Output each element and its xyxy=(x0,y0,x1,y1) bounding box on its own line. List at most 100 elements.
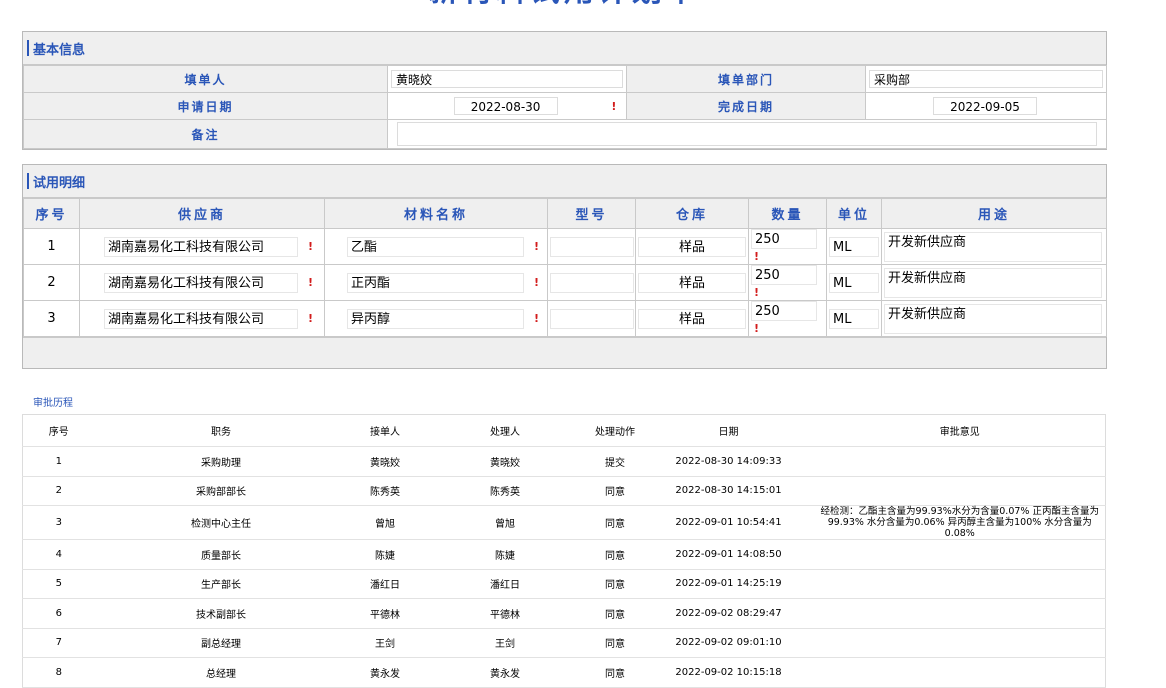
hist-receiver: 王剑 xyxy=(347,628,423,658)
hist-header-action: 处理动作 xyxy=(587,414,643,447)
qty-cell: 250! xyxy=(748,264,827,301)
hist-header-no: 序号 xyxy=(22,414,95,447)
required-mark: ! xyxy=(754,250,760,263)
hist-date: 2022-09-01 10:54:41 xyxy=(642,505,815,540)
hist-role: 质量部长 xyxy=(94,539,348,570)
hist-no: 5 xyxy=(22,569,95,599)
hist-receiver: 陈秀英 xyxy=(347,476,423,506)
hist-role: 检测中心主任 xyxy=(94,505,348,540)
hist-no: 8 xyxy=(22,657,95,688)
basic-info-form: 填单人 黄晓姣 填单部门 采购部 申请日期 2022-08-30 ! 完成日期 … xyxy=(23,65,1107,149)
material-input[interactable]: 正丙酯 xyxy=(347,272,524,293)
model-input[interactable] xyxy=(550,308,634,329)
model-input[interactable] xyxy=(550,272,634,293)
hist-no: 6 xyxy=(22,598,95,629)
supplier-input[interactable]: 湖南嘉易化工科技有限公司 xyxy=(104,272,298,293)
model-input[interactable] xyxy=(550,236,634,257)
trial-detail-header: 试用明细 xyxy=(23,165,1106,198)
material-input[interactable]: 乙酯 xyxy=(347,236,524,257)
supplier-input[interactable]: 湖南嘉易化工科技有限公司 xyxy=(104,308,298,329)
required-mark: ! xyxy=(308,312,314,325)
required-mark: ! xyxy=(534,312,540,325)
hist-role: 生产部长 xyxy=(94,569,348,599)
apply-date-cell: 2022-08-30 ! xyxy=(387,92,627,120)
dept-input[interactable]: 采购部 xyxy=(869,70,1103,88)
hist-no: 7 xyxy=(22,628,95,658)
usage-input[interactable]: 开发新供应商 xyxy=(884,231,1102,262)
required-mark: ! xyxy=(534,276,540,289)
remark-input[interactable] xyxy=(397,122,1097,146)
usage-cell: 开发新供应商 xyxy=(881,264,1107,301)
qty-input[interactable]: 250 xyxy=(751,229,817,249)
hist-role: 采购助理 xyxy=(94,446,348,477)
unit-input[interactable]: ML xyxy=(829,236,879,257)
unit-input[interactable]: ML xyxy=(829,272,879,293)
usage-cell: 开发新供应商 xyxy=(881,300,1107,337)
warehouse-input[interactable]: 样品 xyxy=(638,236,746,257)
col-header-warehouse: 仓库 xyxy=(635,198,749,229)
hist-receiver: 平德林 xyxy=(347,598,423,629)
hist-handler: 潘红日 xyxy=(422,569,588,599)
basic-info-title: 基本信息 xyxy=(33,42,86,58)
history-row: 5 生产部长 潘红日 潘红日 同意 2022-09-01 14:25:19 xyxy=(22,569,1106,599)
model-cell xyxy=(547,228,636,265)
usage-input[interactable]: 开发新供应商 xyxy=(884,267,1102,298)
unit-input[interactable]: ML xyxy=(829,308,879,329)
hist-receiver: 黄永发 xyxy=(347,657,423,688)
hist-action: 提交 xyxy=(587,446,643,477)
warehouse-input[interactable]: 样品 xyxy=(638,272,746,293)
col-header-unit: 单位 xyxy=(826,198,882,229)
filler-input[interactable]: 黄晓姣 xyxy=(391,70,623,88)
filler-label: 填单人 xyxy=(23,65,388,93)
row-no: 2 xyxy=(23,264,80,301)
hist-role: 技术副部长 xyxy=(94,598,348,629)
hist-date: 2022-09-01 14:25:19 xyxy=(642,569,815,599)
detail-row: 3 湖南嘉易化工科技有限公司! 异丙醇! 样品 250! ML 开发新供应商 xyxy=(23,300,1107,337)
hist-handler: 陈婕 xyxy=(422,539,588,570)
hist-opinion xyxy=(814,476,1106,506)
qty-cell: 250! xyxy=(748,300,827,337)
hist-opinion xyxy=(814,446,1106,477)
apply-date-input[interactable]: 2022-08-30 xyxy=(453,97,558,115)
hist-header-receiver: 接单人 xyxy=(347,414,423,447)
hist-role: 总经理 xyxy=(94,657,348,688)
col-header-model: 型号 xyxy=(547,198,636,229)
approval-history-title: 审批历程 xyxy=(33,398,73,409)
detail-row: 2 湖南嘉易化工科技有限公司! 正丙酯! 样品 250! ML 开发新供应商 xyxy=(23,264,1107,301)
history-row: 7 副总经理 王剑 王剑 同意 2022-09-02 09:01:10 xyxy=(22,628,1106,658)
required-mark: ! xyxy=(308,276,314,289)
qty-input[interactable]: 250 xyxy=(751,301,817,321)
required-mark: ! xyxy=(308,240,314,253)
hist-receiver: 曾旭 xyxy=(347,505,423,540)
warehouse-cell: 样品 xyxy=(635,264,749,301)
trial-detail-table: 序号 供应商 材料名称 型号 仓库 数量 单位 用途 1 湖南嘉易化工科技有限公… xyxy=(23,198,1107,337)
required-mark: ! xyxy=(754,322,760,335)
hist-no: 3 xyxy=(22,505,95,540)
material-cell: 乙酯! xyxy=(324,228,548,265)
hist-handler: 平德林 xyxy=(422,598,588,629)
unit-cell: ML xyxy=(826,300,882,337)
hist-handler: 黄永发 xyxy=(422,657,588,688)
qty-input[interactable]: 250 xyxy=(751,265,817,285)
hist-header-opinion: 审批意见 xyxy=(814,414,1106,447)
hist-receiver: 潘红日 xyxy=(347,569,423,599)
material-input[interactable]: 异丙醇 xyxy=(347,308,524,329)
hist-date: 2022-08-30 14:09:33 xyxy=(642,446,815,477)
hist-opinion xyxy=(814,569,1106,599)
hist-opinion xyxy=(814,598,1106,629)
history-row: 3 检测中心主任 曾旭 曾旭 同意 2022-09-01 10:54:41 经检… xyxy=(22,505,1106,540)
finish-date-input[interactable]: 2022-09-05 xyxy=(933,97,1037,115)
warehouse-input[interactable]: 样品 xyxy=(638,308,746,329)
supplier-input[interactable]: 湖南嘉易化工科技有限公司 xyxy=(104,236,298,257)
hist-header-handler: 处理人 xyxy=(422,414,588,447)
usage-input[interactable]: 开发新供应商 xyxy=(884,303,1102,334)
hist-date: 2022-08-30 14:15:01 xyxy=(642,476,815,506)
finish-date-label: 完成日期 xyxy=(626,92,866,120)
row-no: 1 xyxy=(23,228,80,265)
required-mark: ! xyxy=(534,240,540,253)
qty-cell: 250! xyxy=(748,228,827,265)
hist-no: 4 xyxy=(22,539,95,570)
hist-date: 2022-09-01 14:08:50 xyxy=(642,539,815,570)
col-header-usage: 用途 xyxy=(881,198,1107,229)
row-no: 3 xyxy=(23,300,80,337)
